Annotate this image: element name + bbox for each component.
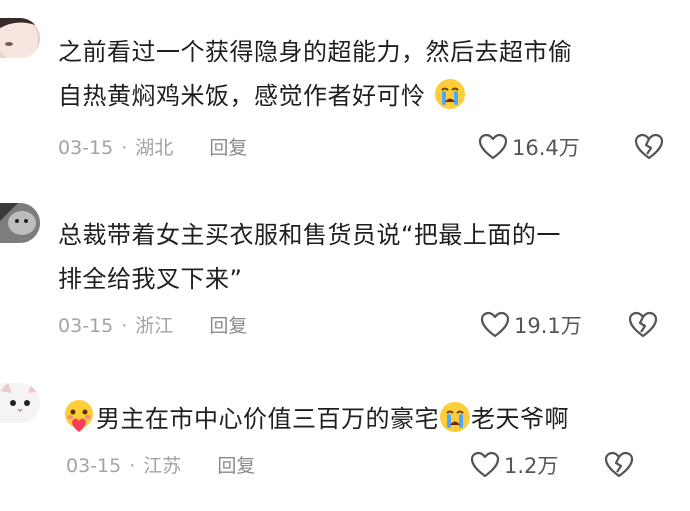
dislike-button[interactable]: [604, 451, 634, 483]
like-count: 1.2万: [504, 454, 559, 478]
avatar[interactable]: [0, 203, 40, 243]
face-holding-heart-icon: [62, 399, 96, 447]
reply-button[interactable]: 回复: [209, 315, 247, 337]
comment-date: 03-15: [58, 315, 114, 337]
like-button[interactable]: 1.2万: [470, 450, 558, 480]
like-count: 16.4万: [512, 136, 580, 160]
heart-outline-icon: [478, 133, 508, 160]
comment-meta: 03-15 · 浙江 回复: [58, 310, 247, 342]
avatar[interactable]: [0, 18, 40, 58]
comment-text: 之前看过一个获得隐身的超能力，然后去超市偷 自热黄焖鸡米饭，感觉作者好可怜: [58, 30, 658, 124]
comment-date: 03-15: [66, 455, 122, 477]
avatar[interactable]: [0, 383, 40, 423]
like-button[interactable]: 19.1万: [480, 310, 582, 340]
crying-face-icon: [439, 401, 471, 447]
like-count: 19.1万: [514, 314, 582, 338]
separator-dot: ·: [129, 455, 136, 477]
reply-button[interactable]: 回复: [209, 137, 247, 159]
comment-location: 浙江: [135, 315, 174, 337]
comment-text-part: 男主在市中心价值三百万的豪宅: [96, 405, 439, 433]
dislike-button[interactable]: [628, 311, 658, 343]
comment-text-line: 排全给我叉下来”: [58, 265, 243, 293]
crying-face-icon: [434, 78, 466, 124]
heart-outline-icon: [470, 451, 500, 478]
comment-location: 江苏: [143, 455, 182, 477]
comment-text: 总裁带着女主买衣服和售货员说“把最上面的一 排全给我叉下来”: [58, 213, 658, 301]
comment-text-part: 自热黄焖鸡米饭，感觉作者好可怜: [58, 82, 426, 110]
reply-button[interactable]: 回复: [217, 455, 255, 477]
comment-text-line: 之前看过一个获得隐身的超能力，然后去超市偷: [58, 38, 573, 66]
comment-text-part: 老天爷啊: [471, 405, 569, 433]
heart-outline-icon: [480, 311, 510, 338]
comment-text-line: 自热黄焖鸡米饭，感觉作者好可怜: [58, 74, 658, 124]
like-button[interactable]: 16.4万: [478, 132, 580, 162]
broken-heart-icon: [628, 311, 658, 338]
broken-heart-icon: [604, 451, 634, 478]
separator-dot: ·: [121, 137, 128, 159]
comment-meta: 03-15 · 湖北 回复: [58, 132, 247, 164]
dislike-button[interactable]: [634, 133, 664, 165]
comment-text-line: 总裁带着女主买衣服和售货员说“把最上面的一: [58, 221, 561, 249]
comment-text: 男主在市中心价值三百万的豪宅 老天爷啊: [62, 397, 662, 447]
broken-heart-icon: [634, 133, 664, 160]
separator-dot: ·: [121, 315, 128, 337]
comment-location: 湖北: [135, 137, 174, 159]
comment-date: 03-15: [58, 137, 114, 159]
comment-meta: 03-15 · 江苏 回复: [66, 450, 255, 482]
